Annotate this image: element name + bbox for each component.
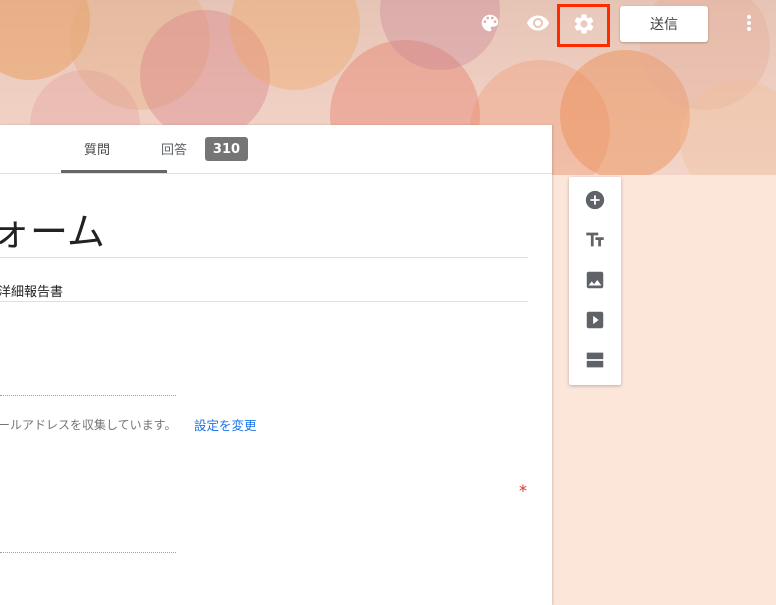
form-editor-card: 質問 回答 310 ォーム 洋細報告書 ールアドレスを収集しています。 設定を変… bbox=[0, 125, 552, 605]
form-description[interactable]: 洋細報告書 bbox=[0, 281, 63, 300]
title-underline bbox=[0, 257, 528, 258]
add-video-icon[interactable] bbox=[583, 308, 607, 332]
active-tab-indicator bbox=[61, 170, 167, 173]
send-button[interactable]: 送信 bbox=[620, 6, 708, 42]
email-answer-line bbox=[0, 395, 176, 396]
add-section-icon[interactable] bbox=[583, 348, 607, 372]
tab-responses[interactable]: 回答 bbox=[161, 139, 187, 158]
floating-toolbar bbox=[569, 177, 621, 385]
gear-icon bbox=[572, 12, 596, 40]
email-collection-note: ールアドレスを収集しています。 bbox=[0, 418, 177, 432]
settings-button[interactable] bbox=[557, 4, 610, 47]
eye-icon[interactable] bbox=[525, 10, 551, 36]
more-vert-icon[interactable] bbox=[736, 10, 762, 36]
responses-count-badge: 310 bbox=[205, 137, 248, 161]
add-image-icon[interactable] bbox=[583, 268, 607, 292]
change-settings-link[interactable]: 設定を変更 bbox=[194, 415, 257, 434]
description-underline bbox=[0, 301, 528, 302]
tab-bar: 質問 回答 310 bbox=[0, 125, 552, 174]
form-title[interactable]: ォーム bbox=[0, 201, 105, 256]
add-question-icon[interactable] bbox=[583, 188, 607, 212]
palette-icon[interactable] bbox=[477, 10, 503, 36]
short-answer-line bbox=[0, 552, 176, 553]
tab-questions[interactable]: 質問 bbox=[84, 139, 110, 158]
add-title-icon[interactable] bbox=[583, 228, 607, 252]
required-asterisk: * bbox=[519, 481, 527, 500]
